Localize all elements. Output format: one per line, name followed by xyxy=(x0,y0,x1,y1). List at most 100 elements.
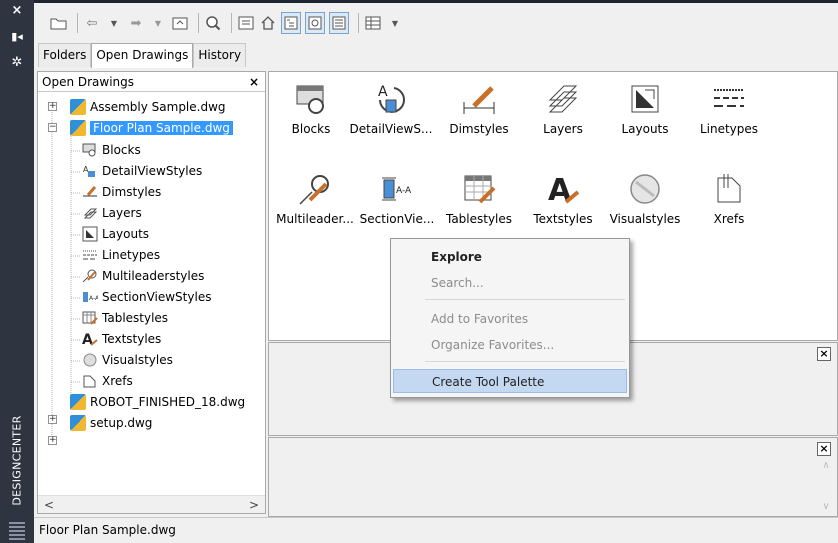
expand-icon[interactable]: + xyxy=(48,415,57,424)
context-menu: Explore Search... Add to Favorites Organ… xyxy=(390,238,630,398)
tree-item-multileaderstyles[interactable]: Multileaderstyles xyxy=(82,265,204,286)
menu-item-search[interactable]: Search... xyxy=(393,271,627,295)
description-close-icon[interactable]: × xyxy=(817,442,831,456)
tree-item-linetypes[interactable]: Linetypes xyxy=(82,244,160,265)
scroll-down-icon[interactable]: ∨ xyxy=(822,501,829,512)
textstyles-icon: A xyxy=(82,331,98,348)
tree-item-textstyles[interactable]: A Textstyles xyxy=(82,328,161,349)
tree-item-label: Visualstyles xyxy=(102,352,173,367)
content-item-label: Layers xyxy=(543,122,583,136)
properties-icon[interactable]: ✲ xyxy=(0,55,34,70)
status-text: Floor Plan Sample.dwg xyxy=(39,523,176,537)
multileader-icon xyxy=(82,268,98,284)
collapse-icon[interactable]: − xyxy=(48,123,57,132)
tree-item-dimstyles[interactable]: Dimstyles xyxy=(82,181,161,202)
toolbar-separator xyxy=(231,13,232,33)
expand-icon[interactable]: + xyxy=(48,436,57,445)
tree-item-layouts[interactable]: Layouts xyxy=(82,223,149,244)
tree-item-label: Tablestyles xyxy=(102,310,169,325)
content-item-tablestyles[interactable]: Tablestyles xyxy=(437,172,521,226)
content-item-textstyles[interactable]: A Textstyles xyxy=(521,172,605,226)
menu-item-explore[interactable]: Explore xyxy=(393,245,627,269)
content-item-linetypes[interactable]: Linetypes xyxy=(687,82,771,136)
load-icon[interactable] xyxy=(50,12,68,34)
tree-item-robot-finished[interactable]: ROBOT_FINISHED_18.dwg xyxy=(70,391,245,412)
preview-close-icon[interactable]: × xyxy=(817,347,831,361)
menu-item-organize-favorites[interactable]: Organize Favorites... xyxy=(393,333,627,357)
content-item-blocks[interactable]: Blocks xyxy=(269,82,353,136)
tree-item-sectionviewstyles[interactable]: A-A SectionViewStyles xyxy=(82,286,211,307)
tree-view-toggle-icon[interactable] xyxy=(281,12,301,34)
content-item-layouts[interactable]: Layouts xyxy=(603,82,687,136)
content-item-visualstyles[interactable]: Visualstyles xyxy=(603,172,687,226)
layouts-icon xyxy=(82,226,98,242)
content-item-label: Visualstyles xyxy=(609,212,681,226)
tab-history[interactable]: History xyxy=(193,43,247,67)
tree-item-floor-plan-sample[interactable]: Floor Plan Sample.dwg xyxy=(70,117,233,138)
description-toggle-icon[interactable] xyxy=(329,12,349,34)
designcenter-panel: ⇦ ▼ ➡ ▼ ▼ Folders Open Drawings History … xyxy=(34,0,838,543)
preview-toggle-icon[interactable] xyxy=(305,12,325,34)
tab-open-drawings[interactable]: Open Drawings xyxy=(91,43,194,68)
grip-icon[interactable] xyxy=(9,520,25,540)
tab-folders[interactable]: Folders xyxy=(38,43,92,67)
home-icon[interactable] xyxy=(259,12,277,34)
content-item-xrefs[interactable]: Xrefs xyxy=(687,172,771,226)
content-item-label: Linetypes xyxy=(699,122,759,136)
tree-item-tablestyles[interactable]: Tablestyles xyxy=(82,307,168,328)
scroll-up-icon[interactable]: ∧ xyxy=(822,460,829,471)
back-dropdown-icon[interactable]: ▼ xyxy=(105,12,123,34)
scroll-right-icon[interactable]: > xyxy=(249,498,259,512)
tree-item-detailviewstyles[interactable]: A DetailViewStyles xyxy=(82,160,202,181)
layouts-icon xyxy=(627,82,663,116)
dimstyles-icon xyxy=(82,184,98,200)
tree-item-assembly-sample[interactable]: Assembly Sample.dwg xyxy=(70,96,226,117)
scroll-left-icon[interactable]: < xyxy=(44,498,54,512)
tree-item-setup[interactable]: setup.dwg xyxy=(70,412,152,433)
up-icon[interactable] xyxy=(171,12,189,34)
vertical-scrollbar[interactable]: ∧ ∨ xyxy=(819,460,833,512)
content-item-layers[interactable]: Layers xyxy=(521,82,605,136)
tree-item-label: ROBOT_FINISHED_18.dwg xyxy=(90,394,246,409)
auto-hide-icon[interactable]: ▮◂ xyxy=(0,30,34,43)
favorites-icon[interactable] xyxy=(237,12,255,34)
tree-item-xrefs[interactable]: Xrefs xyxy=(82,370,133,391)
menu-item-create-tool-palette[interactable]: Create Tool Palette xyxy=(393,369,627,393)
svg-text:A-A: A-A xyxy=(89,295,98,302)
close-icon[interactable]: × xyxy=(0,3,34,18)
forward-icon[interactable]: ➡ xyxy=(127,12,145,34)
views-dropdown-icon[interactable]: ▼ xyxy=(386,12,404,34)
multileader-icon xyxy=(297,172,333,206)
content-item-detailviewstyles[interactable]: A DetailViewS... xyxy=(349,82,433,136)
section-view-styles-icon: A-A xyxy=(82,289,100,305)
toolbar-separator xyxy=(358,13,359,33)
tree-item-label: Layouts xyxy=(102,226,150,241)
tree-close-icon[interactable]: × xyxy=(249,75,259,89)
drawing-icon xyxy=(70,393,86,410)
tree-item-blocks[interactable]: Blocks xyxy=(82,139,141,160)
content-item-dimstyles[interactable]: Dimstyles xyxy=(437,82,521,136)
tree-header-title: Open Drawings xyxy=(42,74,135,89)
tree-item-label: Floor Plan Sample.dwg xyxy=(90,120,233,135)
views-icon[interactable] xyxy=(364,12,382,34)
toolbar-separator xyxy=(198,13,199,33)
content-item-multileaderstyles[interactable]: Multileader... xyxy=(273,172,357,226)
back-icon[interactable]: ⇦ xyxy=(83,12,101,34)
description-pane: × ∧ ∨ xyxy=(268,437,838,517)
expand-icon[interactable]: + xyxy=(48,102,57,111)
tree-item-visualstyles[interactable]: Visualstyles xyxy=(82,349,173,370)
content-item-sectionviewstyles[interactable]: A-A SectionVie... xyxy=(355,172,439,226)
menu-item-add-to-favorites[interactable]: Add to Favorites xyxy=(393,307,627,331)
tree-item-layers[interactable]: Layers xyxy=(82,202,142,223)
tree-item-label: Linetypes xyxy=(102,247,161,262)
tablestyles-icon xyxy=(461,172,497,206)
toolbar-separator xyxy=(77,13,78,33)
content-item-label: Dimstyles xyxy=(449,122,509,136)
search-icon[interactable] xyxy=(204,12,222,34)
palette-title-bar: × ▮◂ ✲ DESIGNCENTER xyxy=(0,0,34,543)
forward-dropdown-icon[interactable]: ▼ xyxy=(149,12,167,34)
dimstyles-icon xyxy=(461,82,497,116)
tree-item-label: Dimstyles xyxy=(102,184,162,199)
tree-item-label: setup.dwg xyxy=(90,415,153,430)
horizontal-scrollbar[interactable]: < > xyxy=(38,495,265,513)
